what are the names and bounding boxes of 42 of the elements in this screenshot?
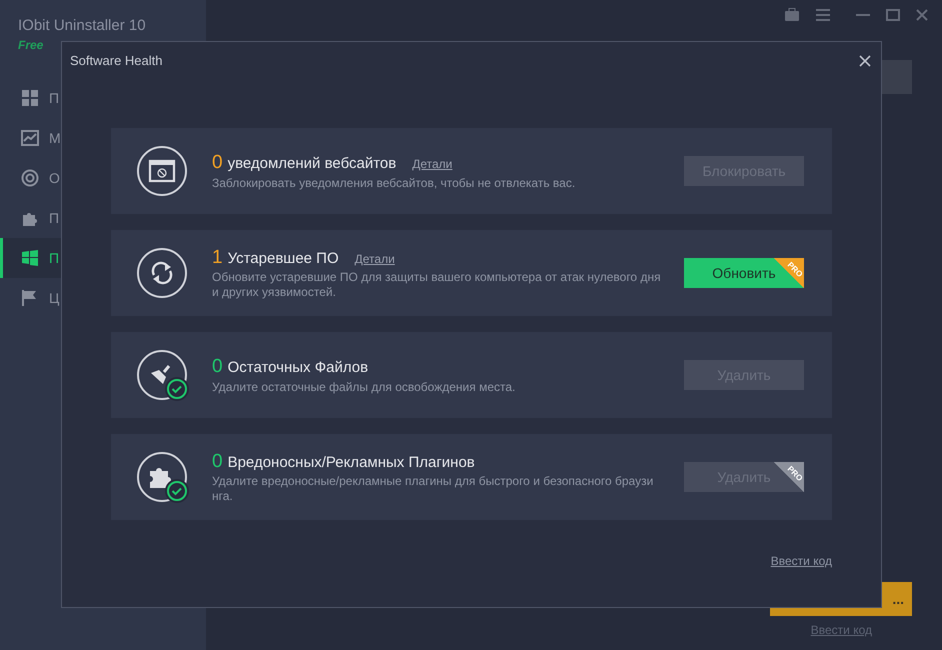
browser-block-icon xyxy=(136,145,188,197)
card-title: Вредоносных/Рекламных Плагинов xyxy=(228,452,475,473)
dialog-title: Software Health xyxy=(70,52,162,70)
card-title: уведомлений вебсайтов xyxy=(228,154,396,174)
chart-icon xyxy=(21,129,39,147)
sidebar-item[interactable]: П xyxy=(0,198,206,238)
details-link[interactable]: Детали xyxy=(354,250,395,268)
app-title: IObit Uninstaller 10 xyxy=(17,16,147,36)
flag-icon xyxy=(21,289,39,307)
menu-icon[interactable] xyxy=(816,9,830,21)
issue-count: 0 xyxy=(212,151,223,176)
card-title: Остаточных Файлов xyxy=(228,358,368,378)
windows-icon xyxy=(21,249,39,267)
card-description: Заблокировать уведомления вебсайтов, чтобы не отвлекать вас. xyxy=(212,176,576,191)
card-title: Устаревшее ПО xyxy=(228,248,339,269)
card-description: Удалите остаточные файлы для освобождения места. xyxy=(212,380,516,395)
enter-code-link[interactable]: Ввести код xyxy=(810,621,872,639)
sidebar-label: Ц xyxy=(49,289,60,307)
sidebar-label: П xyxy=(49,89,60,107)
issue-count: 0 xyxy=(212,355,223,380)
sidebar-label: М xyxy=(49,129,61,147)
sidebar-label: П xyxy=(49,209,60,227)
details-link[interactable]: Детали xyxy=(412,155,452,174)
issue-count: 1 xyxy=(212,246,223,270)
brush-icon xyxy=(136,349,188,401)
card-description: Удалите вредоносные/рекламные плагины для быстрого и безопасного браузи нга. xyxy=(212,474,654,504)
close-icon[interactable] xyxy=(859,55,871,67)
sidebar-item[interactable]: П xyxy=(0,78,206,118)
card-description: Обновите устаревшие ПО для защиты вашего компьютера от атак нулевого дня и других уязвимостей. xyxy=(212,270,662,300)
briefcase-icon[interactable] xyxy=(784,8,800,22)
grid-icon xyxy=(21,89,39,107)
sidebar-item[interactable]: М xyxy=(0,118,206,158)
issue-count: 0 xyxy=(212,450,223,474)
sidebar-label: О xyxy=(49,169,60,187)
maximize-icon[interactable] xyxy=(886,9,900,21)
sidebar-item[interactable]: О xyxy=(0,158,206,198)
edition-label: Free xyxy=(17,37,44,54)
sidebar-item[interactable]: Ц xyxy=(0,278,206,318)
puzzle-icon xyxy=(136,451,188,503)
enter-code-link[interactable]: Ввести код xyxy=(770,552,832,570)
sidebar-label: П xyxy=(49,249,60,267)
refresh-icon xyxy=(136,247,188,299)
